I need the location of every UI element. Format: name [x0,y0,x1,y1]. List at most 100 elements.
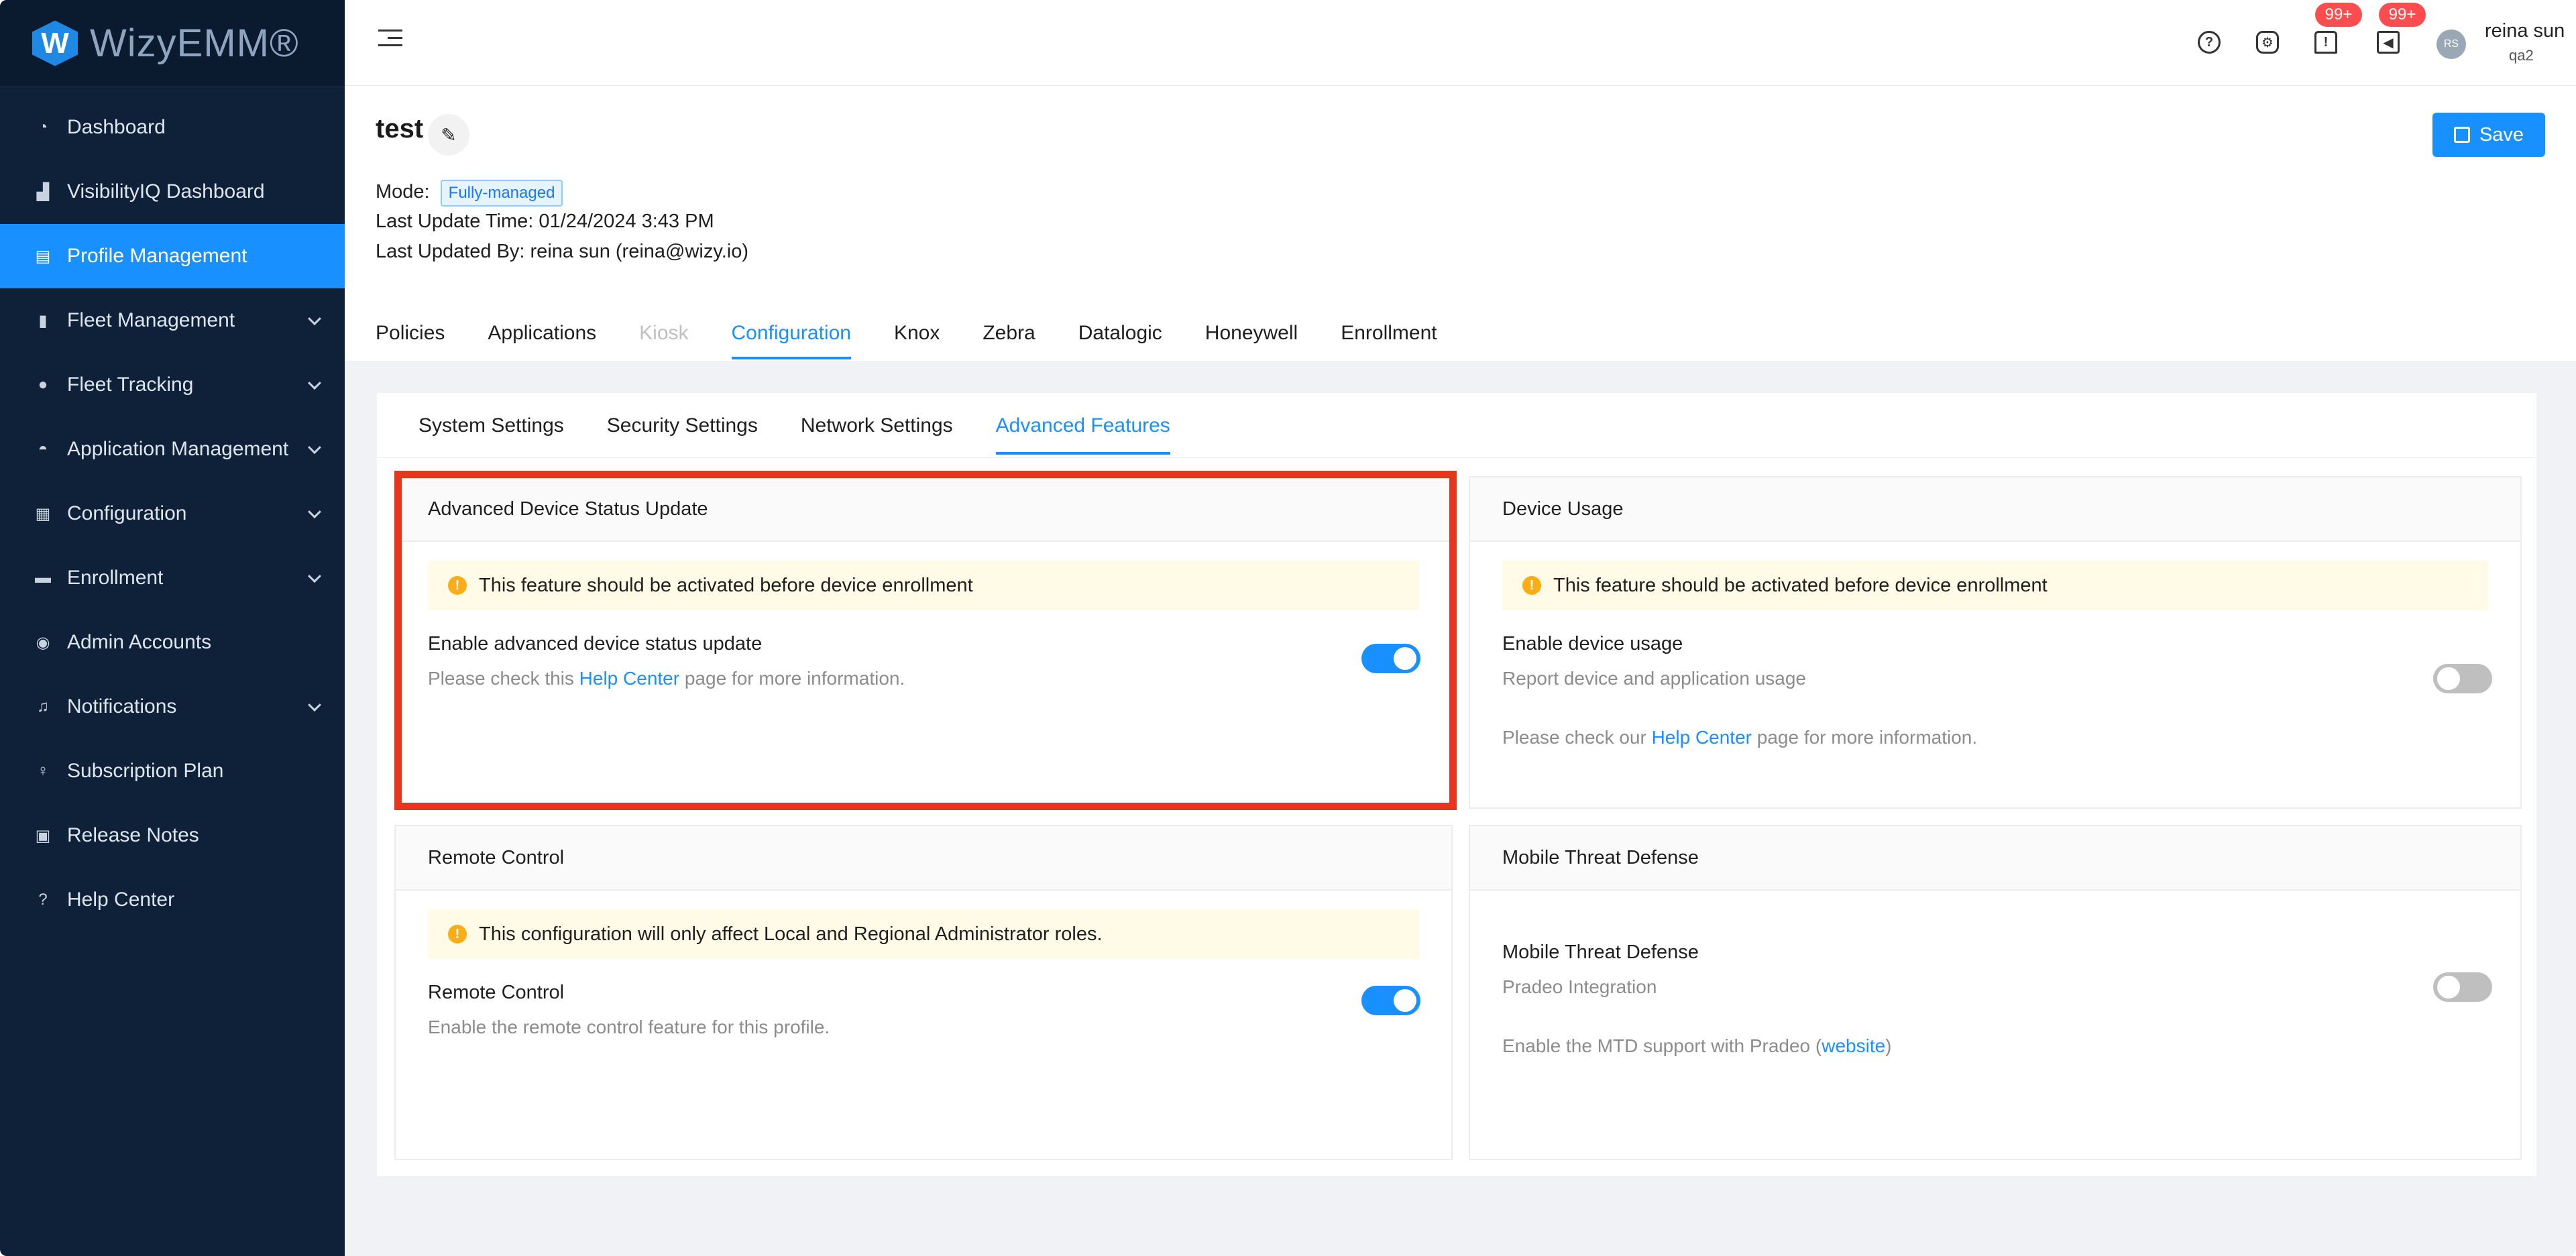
sidebar-item-help-center[interactable]: ? Help Center [0,868,345,932]
edit-title-button[interactable]: ✎ [428,114,469,156]
description-text: Enable the MTD support with Pradeo ( [1502,1035,1822,1056]
sidebar-item-fleet-tracking[interactable]: ● Fleet Tracking [0,353,345,417]
tab-policies[interactable]: Policies [376,322,445,359]
help-center-link[interactable]: Help Center [1652,727,1752,748]
avatar[interactable]: RS [2437,30,2466,59]
sidebar-item-label: VisibilityIQ Dashboard [67,180,265,203]
tab-enrollment[interactable]: Enrollment [1341,322,1437,359]
bulb-icon: ♀ [37,762,49,780]
sidebar-item-notifications[interactable]: ♫ Notifications [0,675,345,739]
calendar-icon: ▣ [35,826,51,845]
help-center-link[interactable]: Help Center [579,668,679,689]
gear-icon[interactable]: ⚙ [2256,31,2279,54]
device-usage-toggle[interactable] [2433,664,2492,693]
panel-title: Remote Control [396,826,1451,891]
description-text: Please check this [428,668,579,689]
configuration-subtabs: System Settings Security Settings Networ… [418,414,1213,455]
tab-system-settings[interactable]: System Settings [418,414,564,455]
pie-chart-icon: ◔ [38,118,48,136]
tab-network-settings[interactable]: Network Settings [801,414,953,455]
sidebar-item-dashboard[interactable]: ◔ Dashboard [0,95,345,160]
chevron-down-icon [308,312,321,326]
remote-control-toggle[interactable] [1361,986,1420,1015]
advanced-device-status-panel: Advanced Device Status Update ! This fea… [394,476,1453,809]
mode-row: Mode: Fully-managed [376,180,563,207]
panel-title: Mobile Threat Defense [1470,826,2520,891]
sidebar-item-configuration[interactable]: ▦ Configuration [0,481,345,546]
warning-alert: ! This configuration will only affect Lo… [428,909,1419,959]
user-org: qa2 [2509,47,2534,64]
sidebar-item-application-management[interactable]: ◓ Application Management [0,417,345,481]
help-text: Please check our Help Center page for mo… [1502,727,1977,748]
tab-kiosk: Kiosk [639,322,689,344]
sidebar-item-label: Enrollment [67,567,164,589]
save-icon [2453,127,2470,143]
sidebar-item-visibilityiq-dashboard[interactable]: ▟ VisibilityIQ Dashboard [0,160,345,224]
description-text: Please check our [1502,727,1652,748]
sidebar-item-label: Subscription Plan [67,760,224,782]
menu-toggle-icon[interactable] [378,30,402,54]
sidebar-item-subscription-plan[interactable]: ♀ Subscription Plan [0,739,345,803]
android-icon: ◓ [38,440,48,458]
support-text: Enable the MTD support with Pradeo (webs… [1502,1035,1892,1057]
save-button-label: Save [2479,123,2524,146]
description-text: page for more information. [1751,727,1978,748]
app-window: W WizyEMM® ◔ Dashboard ▟ VisibilityIQ Da… [0,0,2576,1256]
tab-zebra[interactable]: Zebra [983,322,1035,359]
megaphone-icon[interactable]: ◀ [2377,31,2400,54]
alarm-icon[interactable]: ! [2314,31,2337,54]
sidebar-item-label: Admin Accounts [67,631,212,653]
advanced-status-toggle[interactable] [1361,644,1420,673]
warning-alert: ! This feature should be activated befor… [1502,561,2488,610]
sidebar-item-label: Configuration [67,502,187,524]
warning-icon: ! [448,925,467,944]
description-text: page for more information. [679,668,905,689]
chevron-down-icon [308,376,321,390]
config-icon: ▦ [35,504,51,523]
user-icon: ◉ [36,633,50,652]
tab-honeywell[interactable]: Honeywell [1205,322,1298,359]
option-title: Enable advanced device status update [428,633,763,654]
help-icon[interactable]: ? [2198,31,2221,54]
alert-text: This feature should be activated before … [1553,574,2048,596]
logo[interactable]: W WizyEMM® [0,0,345,87]
option-description: Pradeo Integration [1502,976,1657,997]
profile-header: test ✎ Save Mode: Fully-managed Last Upd… [345,86,2576,361]
sidebar-item-enrollment[interactable]: ▬ Enrollment [0,546,345,610]
tab-security-settings[interactable]: Security Settings [607,414,758,455]
divider [377,457,2536,458]
sidebar-menu: ◔ Dashboard ▟ VisibilityIQ Dashboard ▤ P… [0,87,345,932]
sidebar-item-label: Help Center [67,889,175,911]
tab-advanced-features[interactable]: Advanced Features [995,414,1170,455]
warning-icon: ! [1522,576,1541,595]
website-link[interactable]: website [1822,1035,1885,1056]
option-title: Enable device usage [1502,633,1683,654]
option-description: Please check this Help Center page for m… [428,668,905,689]
sidebar-item-fleet-management[interactable]: ▮ Fleet Management [0,288,345,353]
user-name[interactable]: reina sun [2485,20,2565,42]
toggle-knob [1394,989,1416,1012]
sidebar-item-admin-accounts[interactable]: ◉ Admin Accounts [0,610,345,675]
tab-configuration[interactable]: Configuration [731,322,851,359]
sidebar-item-label: Application Management [67,438,289,460]
announcements-count-badge: 99+ [2379,3,2426,27]
save-button[interactable]: Save [2432,113,2545,157]
tab-applications[interactable]: Applications [488,322,596,359]
sidebar-item-label: Release Notes [67,824,199,846]
sidebar-item-profile-management[interactable]: ▤ Profile Management [0,224,345,288]
tab-datalogic[interactable]: Datalogic [1078,322,1162,359]
sidebar-item-release-notes[interactable]: ▣ Release Notes [0,803,345,868]
mtd-toggle[interactable] [2433,972,2492,1002]
tab-knox[interactable]: Knox [894,322,940,359]
option-description: Report device and application usage [1502,668,1806,689]
toggle-knob [2437,667,2460,690]
chevron-down-icon [308,569,321,583]
mode-label: Mode: [376,181,430,203]
option-title: Mobile Threat Defense [1502,941,1699,963]
panel-title: Advanced Device Status Update [396,477,1451,542]
profile-tabs: Policies Applications Kiosk Configuratio… [376,322,1480,359]
chevron-down-icon [308,505,321,519]
page-title: test [376,114,424,144]
warning-alert: ! This feature should be activated befor… [428,561,1419,610]
sidebar-item-label: Dashboard [67,116,166,138]
